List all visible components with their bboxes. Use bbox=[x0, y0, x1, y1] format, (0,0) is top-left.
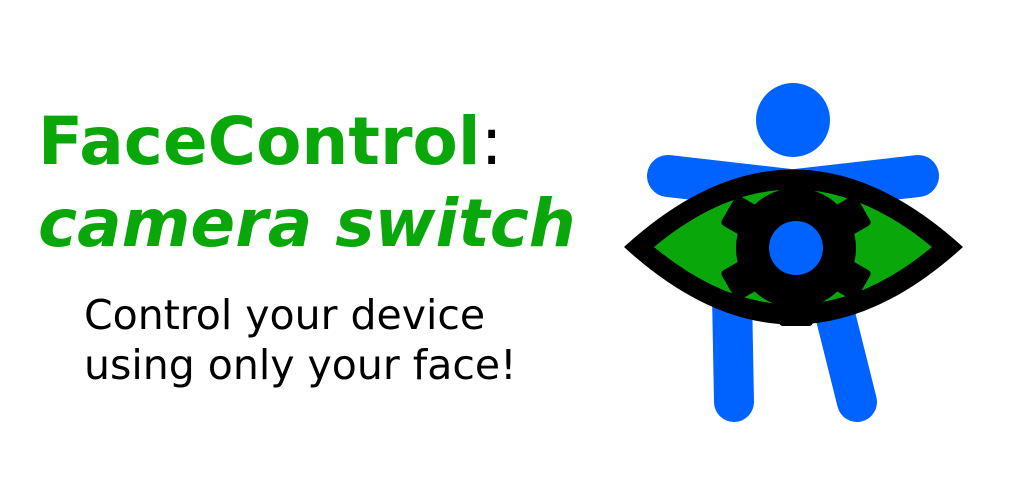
tagline-line-2: using only your face! bbox=[84, 341, 517, 389]
title-colon: : bbox=[480, 103, 503, 180]
tagline: Control your device using only your face… bbox=[84, 290, 517, 390]
app-subtitle: camera switch bbox=[38, 185, 576, 262]
app-title: FaceControl: bbox=[38, 104, 503, 180]
tagline-line-1: Control your device bbox=[84, 291, 486, 339]
facecontrol-logo-icon bbox=[624, 83, 963, 422]
app-name: FaceControl bbox=[38, 103, 481, 180]
promo-banner: FaceControl: camera switch Control your … bbox=[0, 0, 1024, 500]
